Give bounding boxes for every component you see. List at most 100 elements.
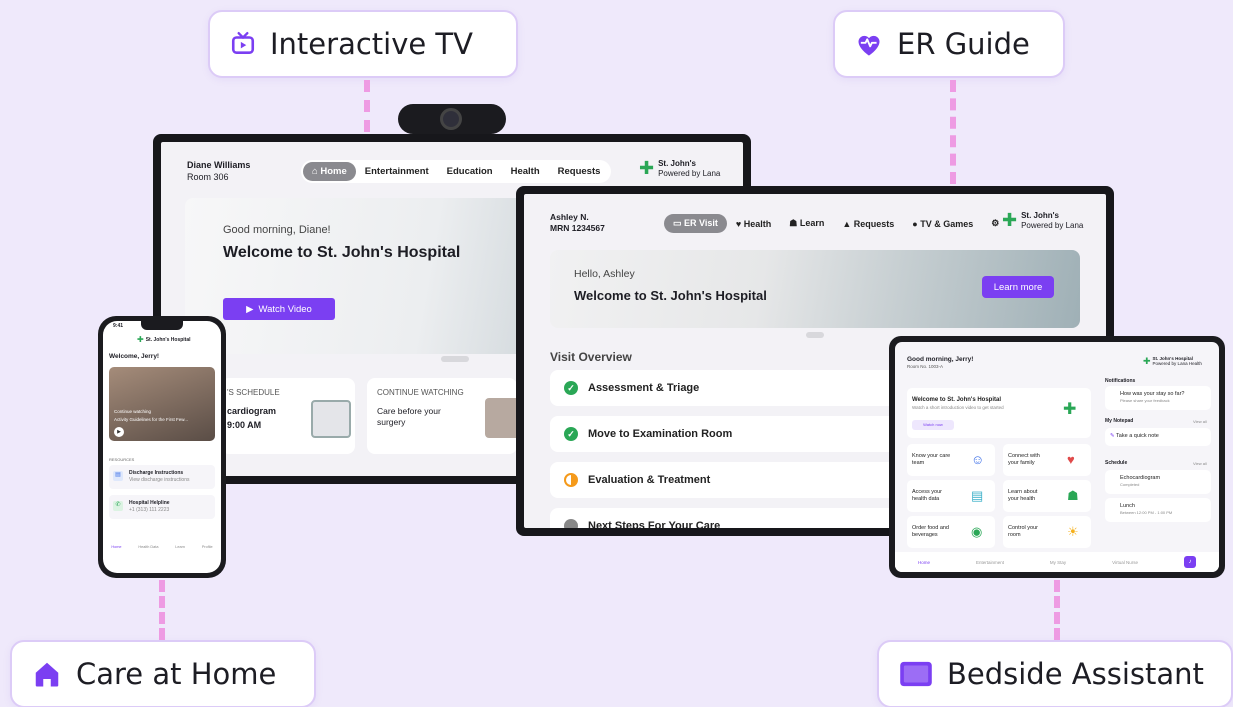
tv-nav-health[interactable]: Health — [502, 162, 549, 181]
tablet-tab-entertainment[interactable]: Entertainment — [976, 560, 1004, 565]
tablet: Good morning, Jerry! Room No. 1003-A ✚ S… — [889, 336, 1225, 578]
phone-icon: ✆ — [113, 501, 123, 511]
phone-tab-bar: Home Health Data Learn Profile — [103, 545, 221, 549]
tablet-welcome-card[interactable]: Welcome to St. John's Hospital Watch a s… — [907, 388, 1091, 438]
phone-video-title: Activity Guidelines for the First Few... — [114, 417, 189, 422]
phone: 9:41 ✚ St. John's Hospital Welcome, Jerry… — [98, 316, 226, 578]
tv-nav-requests[interactable]: Requests — [549, 162, 610, 181]
tv-schedule-item: cardiogram — [227, 406, 277, 416]
in-progress-icon — [564, 473, 578, 487]
tablet-notification[interactable]: How was your stay so far? Please share yo… — [1105, 386, 1211, 410]
bedside-assistant-label: Bedside Assistant — [877, 640, 1233, 707]
tv-greeting: Good morning, Diane! — [223, 224, 331, 236]
er-guide-text: ER Guide — [897, 27, 1030, 61]
sched1-sub: Completed — [1120, 482, 1140, 488]
er-carousel-dots[interactable] — [806, 332, 824, 338]
tablet-tile[interactable]: Order food and beverages ◉ — [907, 516, 995, 548]
tablet-tile[interactable]: Access your health data ▤ — [907, 480, 995, 512]
phone-notch — [141, 321, 183, 330]
check-circle-icon: ✓ — [564, 381, 578, 395]
phone-video-card[interactable]: Continue watching Activity Guidelines fo… — [109, 367, 215, 441]
er-guide-label: ER Guide — [833, 10, 1065, 78]
er-nav-er-visit[interactable]: ▭ ER Visit — [664, 214, 727, 233]
family-icon: ♥ — [1067, 452, 1075, 467]
tablet-tile-label: Connect with your family — [1008, 453, 1040, 467]
tablet-powered: Powered by Lana Health — [1152, 361, 1202, 367]
tablet-notepad-item[interactable]: ✎ Take a quick note — [1105, 428, 1211, 446]
tablet-notepad-label: My Notepad — [1105, 418, 1134, 424]
tablet-tile[interactable]: Connect with your family ♥ — [1003, 444, 1091, 476]
er-nav-tv-games[interactable]: ● TV & Games — [903, 215, 982, 233]
phone-resource-helpline[interactable]: ✆ Hospital Helpline +1 (313) 111 2223 — [109, 495, 215, 519]
tv-nav-education[interactable]: Education — [438, 162, 502, 181]
er-mrn: MRN 1234567 — [550, 223, 605, 234]
phone-time: 9:41 — [113, 323, 124, 329]
phone-tab-profile[interactable]: Profile — [202, 545, 213, 549]
er-step-label: Next Steps For Your Care — [588, 520, 721, 528]
microphone-icon[interactable]: ♪ — [1184, 556, 1197, 568]
er-nav-health[interactable]: ♥ Health — [727, 215, 780, 233]
cross-logo-icon: ✚ — [1063, 401, 1077, 418]
tablet-tile[interactable]: Know your care team ☺ — [907, 444, 995, 476]
tablet-greeting: Good morning, Jerry! — [907, 356, 974, 363]
webcam-lens — [440, 108, 462, 130]
connector-er — [950, 80, 956, 184]
tablet-tile[interactable]: Control your room ☀ — [1003, 516, 1091, 548]
er-nav-requests[interactable]: ▲ Requests — [833, 215, 903, 233]
connector-tv — [364, 80, 370, 132]
sched2-title: Lunch — [1120, 503, 1135, 509]
ecg-thumbnail — [311, 400, 351, 438]
tv-schedule-card[interactable]: 'S SCHEDULE cardiogram 9:00 AM — [221, 378, 355, 454]
cross-logo-icon: ✚ — [137, 335, 144, 344]
tablet-schedule-view-all[interactable]: View all — [1193, 461, 1207, 466]
tv-carousel-dots[interactable] — [441, 356, 469, 362]
res1-sub: View discharge instructions — [129, 476, 190, 483]
tablet-notifications-label: Notifications — [1105, 378, 1136, 384]
tv-patient-name: Diane Williams — [187, 160, 251, 170]
tablet-room: Room No. 1003-A — [907, 364, 944, 369]
tv-continue-card[interactable]: CONTINUE WATCHING Care before your surge… — [367, 378, 525, 454]
tv-welcome: Welcome to St. John's Hospital — [223, 244, 461, 261]
er-step-label: Evaluation & Treatment — [588, 474, 711, 486]
care-at-home-text: Care at Home — [76, 657, 277, 691]
tv-watch-video-button[interactable]: ▶ Watch Video — [223, 298, 335, 320]
notif-sub: Please share your feedback — [1120, 398, 1170, 404]
tablet-schedule-item[interactable]: Lunch Between 12:00 PM - 1:00 PM — [1105, 498, 1211, 522]
tablet-tab-my-stay[interactable]: My Stay — [1050, 560, 1066, 565]
tablet-schedule-item[interactable]: Echocardiogram Completed — [1105, 470, 1211, 494]
cross-logo-icon: ✚ — [639, 158, 655, 178]
phone-resource-discharge[interactable]: ▤ Discharge Instructions View discharge i… — [109, 465, 215, 489]
home-icon — [32, 659, 62, 689]
er-nav-learn[interactable]: ☗ Learn — [780, 214, 833, 233]
phone-tab-home[interactable]: Home — [111, 545, 121, 549]
phone-tab-learn[interactable]: Learn — [175, 545, 185, 549]
tablet-tab-home[interactable]: Home — [918, 560, 930, 565]
tv-nav-entertainment[interactable]: Entertainment — [356, 162, 438, 181]
res2-title: Hospital Helpline — [129, 500, 170, 506]
tablet-tab-virtual-nurse[interactable]: Virtual Nurse — [1112, 560, 1138, 565]
phone-video-caption: Continue watching — [114, 409, 152, 414]
er-hero: Hello, Ashley Welcome to St. John's Hosp… — [550, 250, 1080, 328]
phone-display: 9:41 ✚ St. John's Hospital Welcome, Jerry… — [103, 321, 221, 573]
tablet-tile[interactable]: Learn about your health ☗ — [1003, 480, 1091, 512]
phone-hospital: St. John's Hospital — [145, 336, 191, 343]
res2-sub: +1 (313) 111 2223 — [129, 506, 170, 513]
tv-watch-label: Watch Video — [258, 303, 312, 315]
er-greeting: Hello, Ashley — [574, 268, 635, 280]
tablet-notepad-view-all[interactable]: View all — [1193, 419, 1207, 424]
care-team-icon: ☺ — [971, 452, 985, 467]
tablet-tab-bar: Home Entertainment My Stay Virtual Nurse… — [895, 552, 1219, 572]
tablet-tile-label: Learn about your health — [1008, 489, 1038, 503]
connector-bedside — [1054, 580, 1060, 640]
tv-nav-home[interactable]: ⌂ Home — [303, 162, 356, 181]
tablet-watch-now-button[interactable]: Watch now — [912, 420, 954, 430]
phone-tab-health[interactable]: Health Data — [138, 545, 158, 549]
tablet-icon — [899, 660, 933, 688]
interactive-tv-label: Interactive TV — [208, 10, 518, 78]
tv-continue-item: Care before your surgery — [377, 406, 441, 428]
tablet-tile-label: Access your health data — [912, 489, 942, 503]
tablet-tile-label: Know your care team — [912, 453, 951, 467]
er-learn-more-button[interactable]: Learn more — [982, 276, 1054, 298]
play-button-icon[interactable]: ▶ — [114, 427, 124, 437]
webcam — [398, 104, 506, 134]
